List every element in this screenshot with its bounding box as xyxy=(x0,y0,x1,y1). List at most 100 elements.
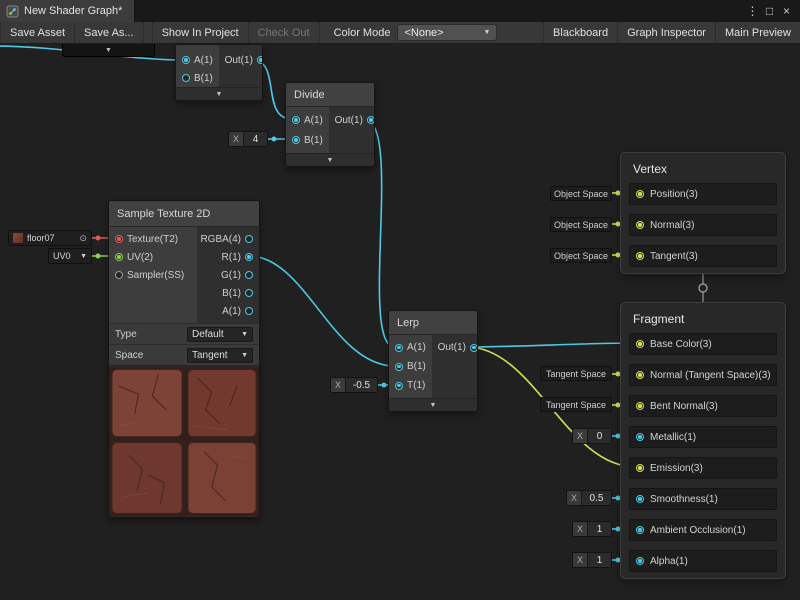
port-alpha-icon[interactable] xyxy=(636,557,644,565)
maximize-icon[interactable]: □ xyxy=(761,0,778,22)
vertex-row-normal[interactable]: Normal(3) xyxy=(629,214,777,236)
port-row-b[interactable]: B(1) xyxy=(286,130,329,150)
port-rgba-icon[interactable] xyxy=(245,235,253,243)
uv-channel-dropdown[interactable]: UV0 ▼ xyxy=(48,248,92,264)
port-b-icon[interactable] xyxy=(182,74,190,82)
close-icon[interactable]: × xyxy=(778,0,795,22)
save-as-button[interactable]: Save As... xyxy=(75,22,144,43)
texture-asset-field[interactable]: floor07 ⊙ xyxy=(8,230,92,246)
port-base-color-icon[interactable] xyxy=(636,340,644,348)
tangent-space-chip[interactable]: Object Space xyxy=(550,248,612,263)
port-row-a[interactable]: A(1) xyxy=(286,110,329,130)
port-row-b[interactable]: B(1) xyxy=(197,284,259,302)
divide-b-default-input[interactable]: X 4 xyxy=(228,131,268,147)
port-out-icon[interactable] xyxy=(367,116,375,124)
collapse-toggle[interactable]: ▼ xyxy=(176,87,262,100)
fragment-row-alpha[interactable]: Alpha(1) xyxy=(629,550,777,572)
port-position-icon[interactable] xyxy=(636,190,644,198)
save-asset-button[interactable]: Save Asset xyxy=(0,22,75,43)
port-row-out[interactable]: Out(1) xyxy=(329,110,375,130)
fragment-row-smoothness[interactable]: Smoothness(1) xyxy=(629,488,777,510)
port-a-icon[interactable] xyxy=(292,116,300,124)
port-a-icon[interactable] xyxy=(245,307,253,315)
node-lerp[interactable]: Lerp A(1) B(1) T(1) Out(1) xyxy=(388,310,478,412)
space-dropdown[interactable]: Tangent ▼ xyxy=(187,348,253,363)
x-value[interactable]: -0.5 xyxy=(346,378,377,392)
graph-inspector-toggle-button[interactable]: Graph Inspector xyxy=(617,22,715,43)
graph-tab[interactable]: New Shader Graph* xyxy=(0,0,135,22)
port-normal-icon[interactable] xyxy=(636,221,644,229)
normal-space-chip[interactable]: Object Space xyxy=(550,217,612,232)
port-row-t[interactable]: T(1) xyxy=(389,376,432,395)
lerp-t-default-input[interactable]: X -0.5 xyxy=(330,377,378,393)
x-value[interactable]: 0.5 xyxy=(582,491,611,505)
port-row-b[interactable]: B(1) xyxy=(176,69,219,87)
port-row-rgba[interactable]: RGBA(4) xyxy=(197,230,259,248)
collapsed-node-footer[interactable]: ▼ xyxy=(62,44,155,57)
alpha-default-input[interactable]: X 1 xyxy=(572,552,612,568)
vertex-block[interactable]: Vertex Position(3) Normal(3) Tangent(3) xyxy=(620,152,786,274)
fragment-row-bent-normal[interactable]: Bent Normal(3) xyxy=(629,395,777,417)
vertex-row-position[interactable]: Position(3) xyxy=(629,183,777,205)
node-sample-texture-2d[interactable]: Sample Texture 2D Texture(T2) UV(2) Samp… xyxy=(108,200,260,518)
port-b-icon[interactable] xyxy=(292,136,300,144)
blackboard-toggle-button[interactable]: Blackboard xyxy=(543,22,617,43)
port-b-icon[interactable] xyxy=(395,363,403,371)
x-value[interactable]: 4 xyxy=(244,132,267,146)
port-tangent-icon[interactable] xyxy=(636,252,644,260)
port-a-icon[interactable] xyxy=(395,344,403,352)
port-ao-icon[interactable] xyxy=(636,526,644,534)
color-mode-dropdown[interactable]: <None> ▼ xyxy=(397,24,497,41)
x-value[interactable]: 1 xyxy=(588,553,611,567)
port-bent-normal-icon[interactable] xyxy=(636,402,644,410)
fragment-row-ambient-occlusion[interactable]: Ambient Occlusion(1) xyxy=(629,519,777,541)
port-sampler-icon[interactable] xyxy=(115,271,123,279)
port-row-uv[interactable]: UV(2) xyxy=(109,248,197,266)
menu-icon[interactable]: ⋮ xyxy=(744,0,761,22)
fragment-block[interactable]: Fragment Base Color(3) Normal (Tangent S… xyxy=(620,302,786,579)
port-t-icon[interactable] xyxy=(395,382,403,390)
port-row-texture[interactable]: Texture(T2) xyxy=(109,230,197,248)
metallic-default-input[interactable]: X 0 xyxy=(572,428,612,444)
port-row-a[interactable]: A(1) xyxy=(176,51,219,69)
port-b-icon[interactable] xyxy=(245,289,253,297)
frag-normal-space-chip[interactable]: Tangent Space xyxy=(540,366,612,381)
bent-normal-space-chip[interactable]: Tangent Space xyxy=(540,397,612,412)
port-out-icon[interactable] xyxy=(257,56,263,64)
port-row-r[interactable]: R(1) xyxy=(197,248,259,266)
smoothness-default-input[interactable]: X 0.5 xyxy=(566,490,612,506)
fragment-row-emission[interactable]: Emission(3) xyxy=(629,457,777,479)
fragment-row-normal[interactable]: Normal (Tangent Space)(3) xyxy=(629,364,777,386)
x-value[interactable]: 0 xyxy=(588,429,611,443)
main-preview-toggle-button[interactable]: Main Preview xyxy=(715,22,800,43)
port-row-a[interactable]: A(1) xyxy=(389,338,432,357)
port-texture-icon[interactable] xyxy=(115,235,123,243)
show-in-project-button[interactable]: Show In Project xyxy=(152,22,249,43)
port-row-b[interactable]: B(1) xyxy=(389,357,432,376)
port-normal-ts-icon[interactable] xyxy=(636,371,644,379)
node-title[interactable]: Lerp xyxy=(389,311,477,335)
port-r-icon[interactable] xyxy=(245,253,253,261)
port-row-out[interactable]: Out(1) xyxy=(219,51,263,69)
port-metallic-icon[interactable] xyxy=(636,433,644,441)
port-row-a[interactable]: A(1) xyxy=(197,302,259,320)
fragment-row-metallic[interactable]: Metallic(1) xyxy=(629,426,777,448)
port-smoothness-icon[interactable] xyxy=(636,495,644,503)
position-space-chip[interactable]: Object Space xyxy=(550,186,612,201)
object-picker-icon[interactable]: ⊙ xyxy=(79,233,87,244)
node-divide[interactable]: Divide A(1) B(1) Out(1) ▼ xyxy=(285,82,375,167)
node-partial-top[interactable]: A(1) B(1) Out(1) ▼ xyxy=(175,44,263,101)
collapse-toggle[interactable]: ▼ xyxy=(286,153,374,166)
port-row-out[interactable]: Out(1) xyxy=(432,338,478,357)
port-row-sampler[interactable]: Sampler(SS) xyxy=(109,266,197,284)
port-a-icon[interactable] xyxy=(182,56,190,64)
port-out-icon[interactable] xyxy=(470,344,478,352)
port-uv-icon[interactable] xyxy=(115,253,123,261)
vertex-row-tangent[interactable]: Tangent(3) xyxy=(629,245,777,267)
ambient-occlusion-default-input[interactable]: X 1 xyxy=(572,521,612,537)
fragment-row-base-color[interactable]: Base Color(3) xyxy=(629,333,777,355)
node-title[interactable]: Sample Texture 2D xyxy=(109,201,259,227)
port-row-g[interactable]: G(1) xyxy=(197,266,259,284)
x-value[interactable]: 1 xyxy=(588,522,611,536)
port-g-icon[interactable] xyxy=(245,271,253,279)
